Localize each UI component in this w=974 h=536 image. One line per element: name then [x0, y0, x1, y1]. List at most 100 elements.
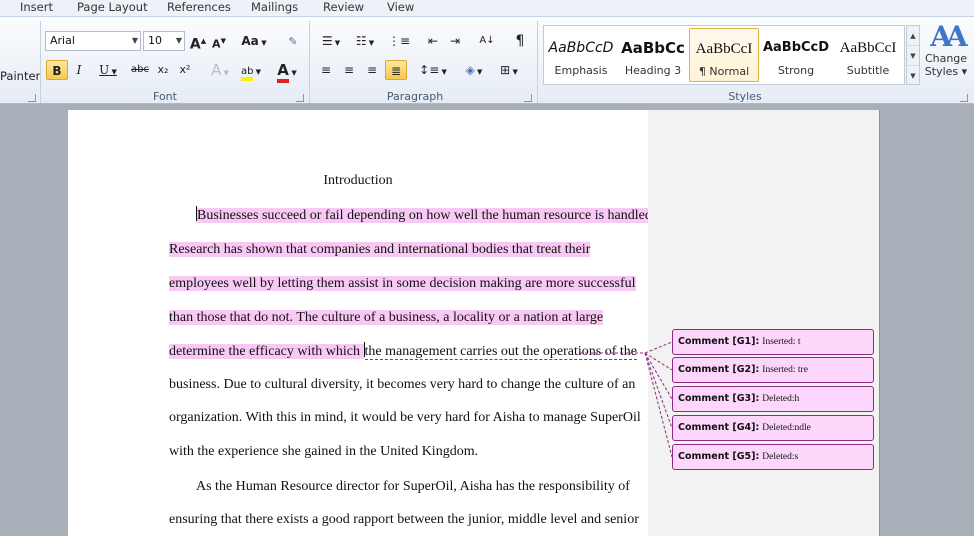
tab-mailings[interactable]: Mailings: [251, 0, 298, 16]
style-sample: AaBbCcI: [839, 40, 897, 56]
font-dialog-launcher[interactable]: [296, 94, 304, 102]
style-name: Subtitle: [846, 64, 890, 77]
tab-page-layout[interactable]: Page Layout: [77, 0, 148, 16]
align-center-button[interactable]: ≡: [339, 60, 359, 80]
tab-review[interactable]: Review: [323, 0, 364, 16]
style-sample: AaBbCcD: [548, 40, 614, 56]
multilevel-list-icon: ⋮≡: [387, 34, 411, 48]
sort-icon: A↓: [479, 35, 495, 46]
tracked-change-text: the management carries out the operation…: [364, 344, 638, 360]
group-separator: [537, 21, 538, 103]
italic-button[interactable]: I: [70, 60, 88, 80]
line-text: Businesses succeed or fail depending on …: [197, 208, 656, 223]
change-styles-label-2: Styles ▾: [924, 65, 968, 78]
bullets-button[interactable]: ☰ ▼: [317, 31, 345, 51]
shrink-font-button[interactable]: A▼: [210, 31, 228, 51]
highlight-button[interactable]: ab ▼: [237, 60, 265, 81]
increase-indent-button[interactable]: ⇥: [446, 31, 464, 51]
line-spacing-icon: ↕≡: [419, 63, 440, 77]
style-normal[interactable]: AaBbCcI ¶ Normal: [689, 28, 759, 82]
increase-indent-icon: ⇥: [449, 34, 461, 48]
italic-icon: I: [76, 63, 82, 77]
align-left-button[interactable]: ≡: [316, 60, 336, 80]
comment-balloon[interactable]: Comment [G1]: Inserted: t: [672, 329, 874, 355]
bold-button[interactable]: B: [46, 60, 68, 80]
styles-gallery: AaBbCcD Emphasis AaBbCc Heading 3 AaBbCc…: [543, 25, 905, 85]
style-emphasis[interactable]: AaBbCcD Emphasis: [546, 28, 616, 82]
font-name-combo[interactable]: Arial ▼: [45, 31, 141, 51]
style-sample: AaBbCc: [621, 39, 685, 57]
style-subtitle[interactable]: AaBbCcI Subtitle: [833, 28, 903, 82]
change-case-icon: Aa: [241, 34, 259, 48]
numbering-button[interactable]: ☷ ▼: [351, 31, 379, 51]
comment-balloon[interactable]: Comment [G3]: Deleted:h: [672, 386, 874, 412]
chevron-down-icon[interactable]: ▼: [132, 32, 138, 50]
underline-button[interactable]: U ▼: [90, 60, 126, 80]
align-right-button[interactable]: ≡: [362, 60, 382, 80]
style-heading-3[interactable]: AaBbCc Heading 3: [618, 28, 688, 82]
format-painter-label[interactable]: Painter: [0, 69, 40, 83]
font-color-icon: A: [277, 61, 289, 83]
paragraph-line: Research has shown that companies and in…: [169, 238, 591, 262]
decrease-indent-button[interactable]: ⇤: [424, 31, 442, 51]
shading-button[interactable]: ◈ ▼: [459, 60, 489, 80]
justify-button[interactable]: ≣: [385, 60, 407, 80]
document-page[interactable]: Introduction Businesses succeed or fail …: [68, 110, 656, 536]
comment-balloon[interactable]: Comment [G4]: Deleted:ndle: [672, 415, 874, 441]
subscript-icon: x₂: [157, 63, 169, 76]
multilevel-list-button[interactable]: ⋮≡ ▼: [385, 31, 413, 69]
sort-button[interactable]: A↓: [476, 31, 498, 51]
more-styles-icon[interactable]: ▼: [907, 66, 919, 86]
tab-references[interactable]: References: [167, 0, 231, 16]
change-styles-button[interactable]: AA Change Styles ▾: [922, 20, 970, 79]
style-strong[interactable]: AaBbCcD Strong: [761, 28, 831, 82]
style-sample: AaBbCcD: [762, 40, 830, 55]
change-case-button[interactable]: Aa ▼: [240, 31, 268, 51]
highlighted-text: employees well by letting them assist in…: [169, 276, 636, 291]
paragraph-line: with the experience she gained in the Un…: [169, 444, 479, 459]
comment-balloon[interactable]: Comment [G5]: Deleted:s: [672, 444, 874, 470]
change-styles-label-1: Change: [924, 52, 968, 65]
pilcrow-icon: ¶: [515, 33, 525, 49]
ribbon: Painter Arial ▼ 10 ▼ A▲ A▼ Aa ▼ ✎ B I U …: [0, 16, 974, 104]
font-name-value: Arial: [50, 34, 75, 47]
font-color-button[interactable]: A ▼: [273, 60, 301, 83]
chevron-down-icon[interactable]: ▼: [176, 32, 182, 50]
scroll-down-icon[interactable]: ▼: [907, 46, 919, 66]
superscript-button[interactable]: x²: [176, 60, 194, 80]
border-icon: ⊞: [500, 63, 511, 77]
scroll-up-icon[interactable]: ▲: [907, 26, 919, 46]
paragraph-line: As the Human Resource director for Super…: [196, 479, 630, 494]
comment-label: Comment [G3]:: [678, 393, 760, 404]
line-spacing-button[interactable]: ↕≡ ▼: [419, 60, 447, 80]
paragraph-group-label: Paragraph: [386, 90, 444, 103]
numbered-list-icon: ☷: [355, 34, 367, 48]
borders-button[interactable]: ⊞ ▼: [495, 60, 523, 80]
subscript-button[interactable]: x₂: [154, 60, 172, 80]
font-size-combo[interactable]: 10 ▼: [143, 31, 185, 51]
clipboard-dialog-launcher[interactable]: [28, 94, 36, 102]
text-effects-icon: A: [211, 61, 222, 79]
change-styles-icon: AA: [930, 20, 967, 53]
strikethrough-button[interactable]: abc: [128, 60, 152, 80]
styles-dialog-launcher[interactable]: [960, 94, 968, 102]
comment-text: Deleted:s: [762, 452, 799, 462]
shrink-font-icon: A: [212, 37, 221, 51]
style-name: Strong: [777, 64, 815, 77]
grow-font-button[interactable]: A▲: [189, 31, 207, 53]
comment-balloon[interactable]: Comment [G2]: Inserted: tre: [672, 357, 874, 383]
comment-label: Comment [G5]:: [678, 451, 760, 462]
tab-view[interactable]: View: [387, 0, 414, 16]
clear-formatting-button[interactable]: ✎: [283, 31, 303, 51]
show-marks-button[interactable]: ¶: [510, 31, 530, 51]
text-effects-button[interactable]: A ▼: [207, 60, 233, 80]
superscript-icon: x²: [179, 63, 191, 76]
document-area: Introduction Businesses succeed or fail …: [0, 105, 974, 536]
comment-label: Comment [G4]:: [678, 422, 760, 433]
paragraph-dialog-launcher[interactable]: [524, 94, 532, 102]
align-left-icon: ≡: [320, 63, 332, 77]
tab-insert[interactable]: Insert: [20, 0, 53, 16]
font-size-value: 10: [148, 34, 162, 47]
styles-group-label: Styles: [728, 90, 762, 103]
grow-font-icon: A: [189, 36, 201, 53]
